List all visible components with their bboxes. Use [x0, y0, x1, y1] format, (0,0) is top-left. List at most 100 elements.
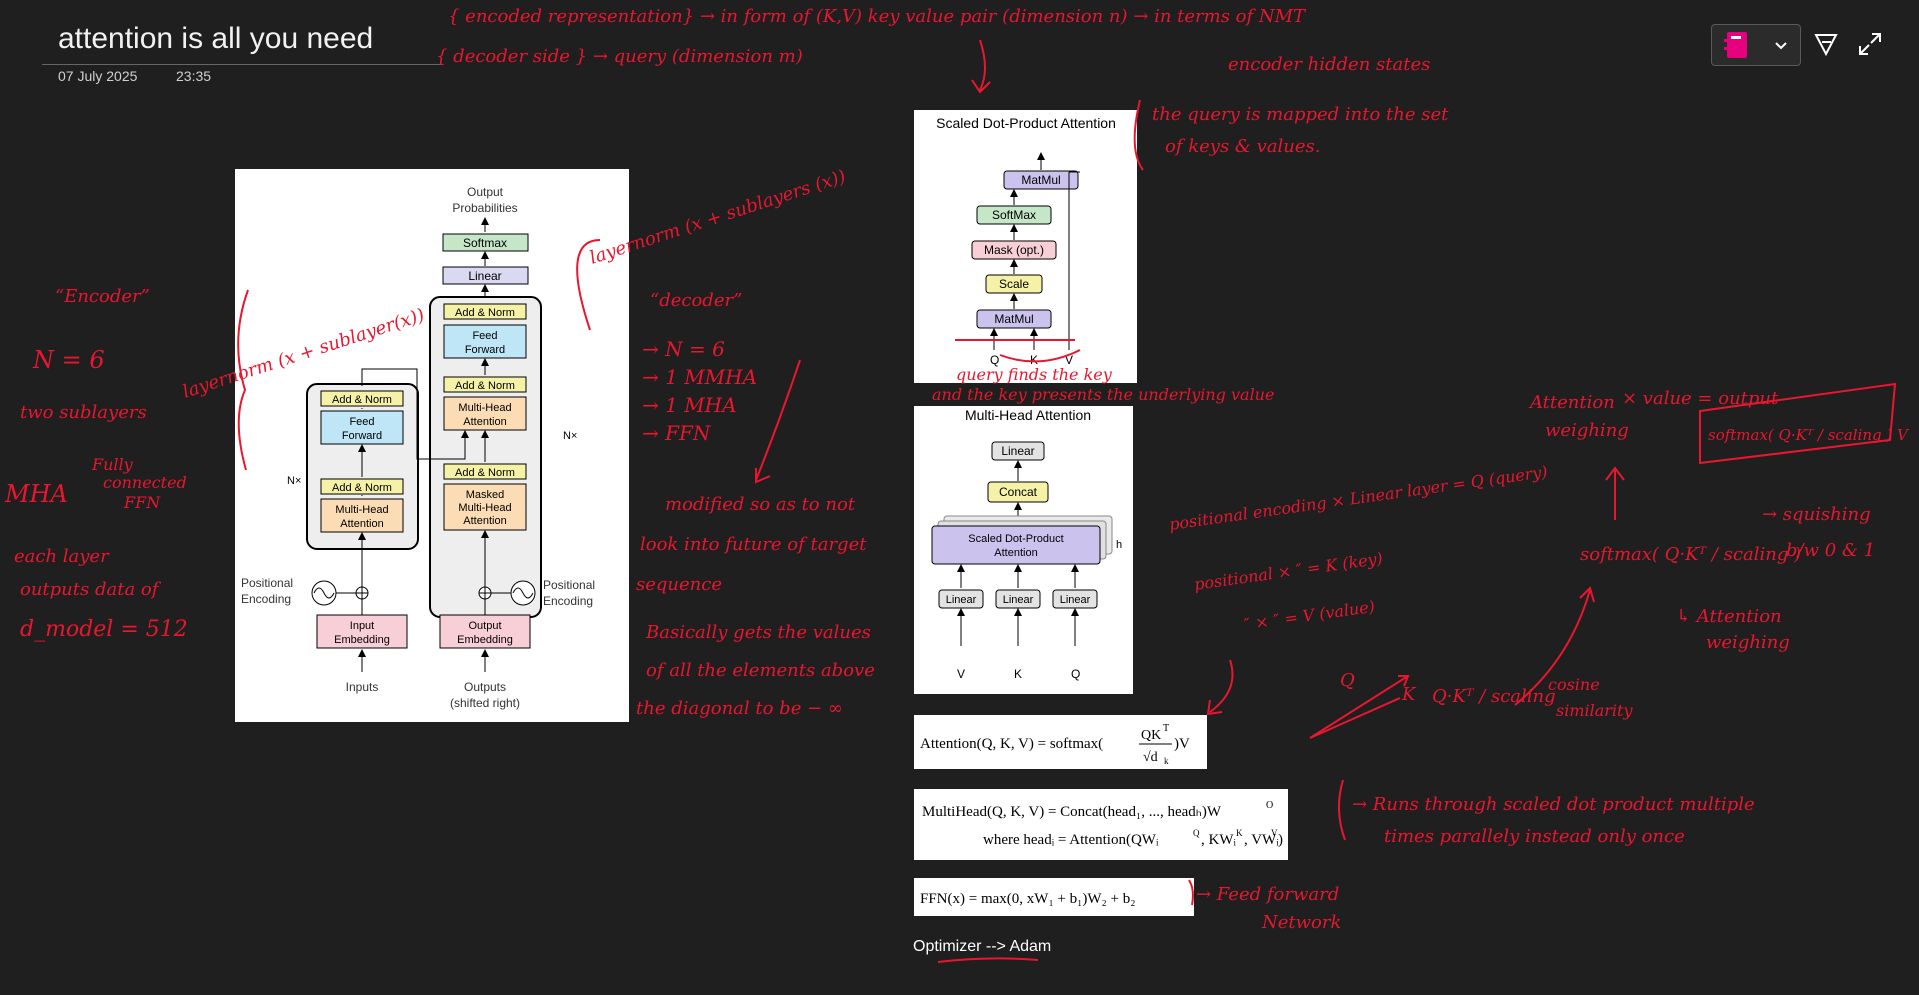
ink-top-line-2: { decoder side } → query (dimension m): [436, 46, 803, 67]
inputs-label: Inputs: [346, 680, 379, 694]
mha-linear-top-label: Linear: [1001, 444, 1034, 458]
mha-linear-v: Linear: [938, 564, 984, 646]
curve-arrow-ink: [1514, 586, 1595, 706]
ink-decoder-pt-2: → 1 MMHA: [642, 365, 757, 389]
q-vector: [1309, 675, 1410, 739]
masked-mha-label-1: Masked: [466, 489, 505, 501]
encoder-ff-label-2: Forward: [342, 430, 382, 442]
ffn-eq-text: FFN(x) = max(0, xW₁ + b₁)W₂ + b₂: [920, 891, 1135, 907]
ink-pos-enc-row-1: positional encoding × Linear layer = Q (…: [1168, 462, 1549, 534]
ink-decoder-pt-1: → N = 6: [642, 337, 725, 361]
ink-query-mapped-2: of keys & values.: [1165, 136, 1321, 157]
ink-feed-forward-1: → Feed forward: [1196, 884, 1339, 905]
input-embedding-label-1: Input: [350, 620, 374, 632]
sdpa-title: Scaled Dot-Product Attention: [936, 115, 1116, 131]
ink-feed-forward-2: Network: [1261, 912, 1341, 933]
optimizer-underline: [937, 957, 1039, 963]
expand-icon[interactable]: [1856, 30, 1884, 58]
ink-fully-3: FFN: [123, 493, 161, 512]
page-date: 07 July 2025: [58, 68, 138, 84]
dec-positional-label-1: Positional: [543, 578, 595, 592]
ink-runs-through-1: → Runs through scaled dot product multip…: [1352, 794, 1755, 815]
softmax-box-ink: [1699, 382, 1897, 465]
decoder-mha-label-2: Attention: [463, 416, 506, 428]
ink-squishing-2: b/w 0 & 1: [1786, 540, 1875, 561]
ink-each-layer-3: d_model = 512: [20, 617, 188, 642]
encoder-nx-label: N×: [287, 475, 301, 487]
decoder-add-norm-2-label: Add & Norm: [455, 380, 515, 392]
page-title[interactable]: attention is all you need: [58, 22, 373, 56]
encoder-positional-add: [311, 580, 369, 606]
attention-eq-num: QK: [1141, 728, 1161, 743]
encoder-add-norm-2-label: Add & Norm: [332, 394, 392, 406]
ink-modified-2: look into future of target: [640, 534, 867, 555]
ink-pos-enc-row-2: positional × ″ = K (key): [1193, 549, 1384, 594]
outputs-label-2: (shifted right): [450, 696, 520, 710]
decoder-mha-label-1: Multi-Head: [458, 402, 511, 414]
ink-attn-weighing2-1: ↳ Attention: [1676, 606, 1782, 627]
encoder-add-norm-1-label: Add & Norm: [332, 482, 392, 494]
output-embedding-label-2: Embedding: [457, 634, 513, 646]
optimizer-text[interactable]: Optimizer --> Adam: [913, 938, 1051, 956]
ink-cosine-2: similarity: [1556, 701, 1633, 720]
ink-key-presents: and the key presents the underlying valu…: [932, 385, 1274, 404]
ink-q-vector-label: Q: [1340, 670, 1355, 691]
brace-ink-2: [1338, 779, 1346, 841]
sdpa-diagram: Scaled Dot-Product Attention MatMul Soft…: [914, 110, 1137, 383]
up-arrow-ink: [1605, 466, 1625, 520]
mha-diagram: Multi-Head Attention Linear Concat Scale…: [914, 406, 1133, 694]
attention-eq-den-sub: k: [1164, 756, 1169, 766]
ink-mha-left: MHA: [4, 480, 68, 508]
ink-each-layer-2: outputs data of: [20, 579, 162, 600]
ink-attn-weighing-1: Attention: [1528, 392, 1615, 413]
ink-encoder-label: “Encoder”: [55, 286, 150, 307]
mha-linear-k-label: Linear: [1003, 594, 1034, 606]
ink-each-layer-1: each layer: [14, 546, 110, 567]
encoder-ff-label-1: Feed: [349, 416, 374, 428]
sdpa-matmul-top-label: MatMul: [1021, 173, 1060, 187]
mha-linear-q: Linear: [1052, 564, 1098, 646]
decoder-ff-label-2: Forward: [465, 344, 505, 356]
page-time: 23:35: [176, 68, 212, 84]
chevron-down-icon: [1774, 42, 1787, 50]
attention-equation: Attention(Q, K, V) = softmax( QK T √d k …: [914, 715, 1207, 769]
dec-positional-label-2: Encoding: [543, 594, 593, 608]
multihead-eq-sup3: V: [1271, 828, 1278, 838]
sdpa-scale-label: Scale: [999, 277, 1029, 291]
ink-basically-2: of all the elements above: [646, 660, 875, 681]
mha-linear-q-label: Linear: [1060, 594, 1091, 606]
mha-sdpa-label-1: Scaled Dot-Product: [968, 533, 1063, 545]
ink-modified-3: sequence: [636, 574, 722, 595]
mha-linear-k: Linear: [995, 564, 1041, 646]
ffn-equation: FFN(x) = max(0, xW₁ + b₁)W₂ + b₂: [914, 878, 1194, 916]
notebook-icon: [1723, 32, 1747, 58]
output-probabilities-label-2: Probabilities: [452, 201, 517, 215]
ink-modified-1: modified so as to not: [665, 494, 856, 515]
linear-label: Linear: [468, 269, 501, 283]
top-arrow-ink: [971, 39, 991, 94]
sdpa-v-label: V: [1065, 353, 1073, 367]
title-underline: [42, 64, 442, 65]
sdpa-k-label: K: [1030, 353, 1038, 367]
multihead-eq-end: ): [1278, 832, 1283, 848]
ink-attn-weighing-2: weighing: [1545, 420, 1629, 441]
sdpa-q-label: Q: [990, 353, 999, 367]
notebook-picker-dropdown[interactable]: [1711, 24, 1801, 66]
enc-positional-label-1: Positional: [241, 576, 293, 590]
masked-mha-label-3: Attention: [463, 515, 506, 527]
pen-filter-icon[interactable]: [1812, 30, 1840, 58]
multihead-equation: MultiHead(Q, K, V) = Concat(head₁, ..., …: [914, 789, 1288, 860]
output-probabilities-label-1: Output: [467, 185, 504, 199]
ink-two-sublayers: two sublayers: [20, 402, 147, 423]
ink-basically-1: Basically gets the values: [645, 622, 871, 643]
sdpa-matmul-bottom-label: MatMul: [994, 312, 1033, 326]
sdpa-softmax-label: SoftMax: [992, 208, 1036, 222]
mha-title: Multi-Head Attention: [965, 407, 1091, 423]
ink-basically-3: the diagonal to be − ∞: [636, 698, 843, 719]
attention-eq-lhs: Attention(Q, K, V) = softmax(: [920, 736, 1103, 752]
encoder-mha-label-2: Attention: [340, 518, 383, 530]
eq-arrow-ink: [1206, 659, 1234, 716]
ink-cosine-1: cosine: [1548, 675, 1600, 694]
ink-n6-left: N = 6: [32, 346, 105, 374]
ink-qk-scaling: Q·Kᵀ / scaling: [1432, 686, 1556, 707]
